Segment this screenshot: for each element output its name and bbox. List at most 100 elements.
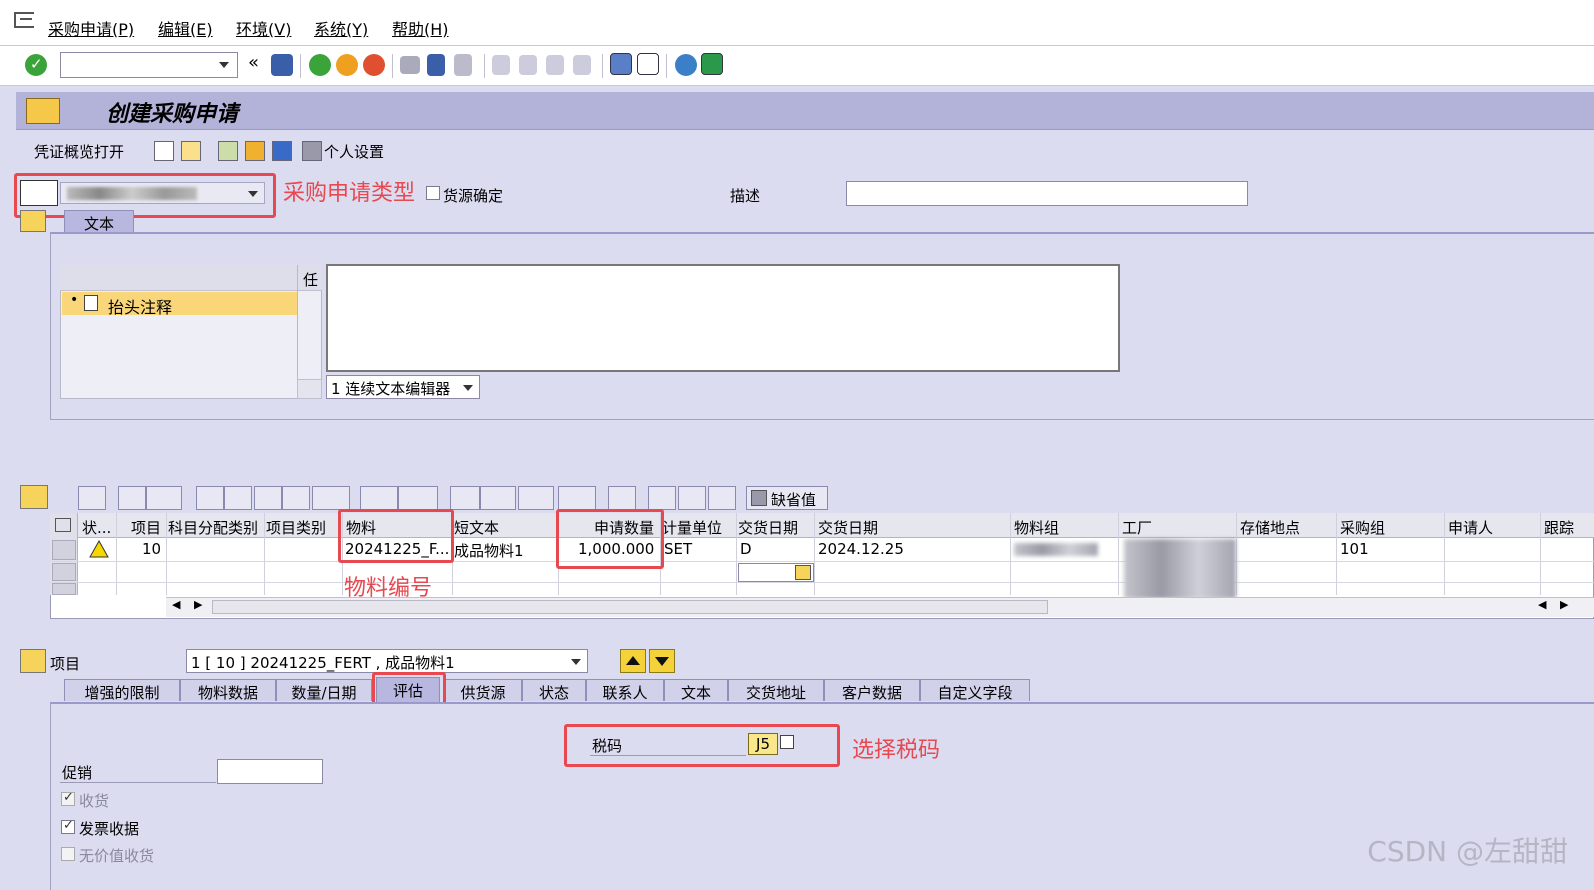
help-icon[interactable] xyxy=(675,54,697,76)
enter-check-icon[interactable] xyxy=(25,54,47,76)
personal-settings-icon[interactable] xyxy=(302,141,322,161)
tab-custom-fields[interactable]: 自定义字段 xyxy=(920,679,1030,702)
scroll-thumb[interactable] xyxy=(212,600,1048,614)
tree-item-header-note[interactable]: 抬头注释 xyxy=(108,294,172,318)
cell-purchasing-group[interactable]: 101 xyxy=(1340,540,1369,558)
find-icon[interactable] xyxy=(254,486,282,510)
item-select[interactable]: 1 [ 10 ] 20241225_FERT , 成品物料1 xyxy=(186,649,588,673)
layout-menu-icon[interactable] xyxy=(701,53,723,75)
next-item-button[interactable] xyxy=(649,649,675,673)
collapse-detail-icon[interactable] xyxy=(20,649,46,673)
expand-header-icon[interactable] xyxy=(20,210,46,232)
transaction-icon[interactable] xyxy=(26,98,60,124)
collapse-items-icon[interactable] xyxy=(20,485,48,509)
sort-ascending-icon[interactable] xyxy=(196,486,224,510)
cell-short-text[interactable]: 成品物料1 xyxy=(454,540,524,561)
info-icon[interactable] xyxy=(608,486,636,510)
promotion-input[interactable] xyxy=(217,759,323,784)
scroll-right-icon[interactable]: ▶ xyxy=(1560,598,1568,611)
back-icon[interactable] xyxy=(309,54,331,76)
print-icon[interactable] xyxy=(450,486,480,510)
menu-help[interactable]: 帮助(H) xyxy=(392,16,449,40)
value-help-icon[interactable] xyxy=(795,565,811,580)
col-requisitioner[interactable]: 申请人 xyxy=(1448,517,1493,538)
menu-icon[interactable] xyxy=(14,12,34,28)
date-input[interactable] xyxy=(738,563,814,582)
col-purchasing-group[interactable]: 采购组 xyxy=(1340,517,1385,538)
cancel-icon[interactable] xyxy=(363,54,385,76)
menu-environment[interactable]: 环境(V) xyxy=(236,16,291,40)
resize-handle-icon[interactable] xyxy=(297,379,322,399)
editor-mode-select[interactable]: 1 连续文本编辑器 xyxy=(326,375,480,399)
row-selector[interactable] xyxy=(52,540,76,560)
col-item-category[interactable]: 项目类别 xyxy=(266,517,326,538)
col-delivery-date[interactable]: 交货日期 xyxy=(818,517,878,538)
tab-customer-data[interactable]: 客户数据 xyxy=(824,679,920,702)
subtotal-icon[interactable] xyxy=(398,486,438,510)
description-input[interactable] xyxy=(846,181,1248,206)
layout-icon[interactable] xyxy=(558,486,596,510)
create-document-icon[interactable] xyxy=(154,141,174,161)
info-icon[interactable] xyxy=(272,141,292,161)
col-account-assignment[interactable]: 科目分配类别 xyxy=(168,517,258,538)
new-session-icon[interactable] xyxy=(610,53,632,75)
delete-row-icon[interactable] xyxy=(146,486,182,510)
double-chevron-left-icon[interactable]: « xyxy=(248,52,259,73)
menu-purchase-requisition[interactable]: 采购申请(P) xyxy=(48,16,134,40)
tab-text[interactable]: 文本 xyxy=(64,210,134,233)
document-overview-button[interactable]: 凭证概览打开 xyxy=(34,141,124,162)
source-determination-checkbox[interactable] xyxy=(426,186,440,200)
find-next-icon[interactable] xyxy=(282,486,310,510)
cell-unit[interactable]: SET xyxy=(664,540,692,558)
scroll-left-icon[interactable]: ◀ xyxy=(1538,598,1546,611)
shortcut-icon[interactable] xyxy=(637,53,659,75)
col-plant[interactable]: 工厂 xyxy=(1122,517,1152,538)
tab-enhanced-limits[interactable]: 增强的限制 xyxy=(64,679,180,702)
row-selector[interactable] xyxy=(52,563,76,581)
col-unit[interactable]: 计量单位 xyxy=(662,517,734,538)
other-document-icon[interactable] xyxy=(181,141,201,161)
menu-system[interactable]: 系统(Y) xyxy=(314,16,368,40)
print-icon[interactable] xyxy=(400,56,420,74)
cell-delivery-date[interactable]: 2024.12.25 xyxy=(818,540,904,558)
col-status[interactable]: 状... xyxy=(82,517,111,538)
configure-icon[interactable] xyxy=(678,486,706,510)
select-all-icon[interactable] xyxy=(55,518,71,532)
text-editor[interactable] xyxy=(326,264,1120,372)
invoice-receipt-checkbox[interactable] xyxy=(61,818,75,834)
cell-date-category[interactable]: D xyxy=(740,540,752,558)
tab-quantity-date[interactable]: 数量/日期 xyxy=(276,679,372,702)
row-selector[interactable] xyxy=(52,583,76,595)
col-short-text[interactable]: 短文本 xyxy=(454,517,499,538)
hold-icon[interactable] xyxy=(218,141,238,161)
col-item[interactable]: 项目 xyxy=(131,517,161,538)
col-tracking[interactable]: 跟踪 xyxy=(1544,517,1592,538)
check-icon[interactable] xyxy=(708,486,736,510)
view-icon[interactable] xyxy=(480,486,516,510)
tab-status[interactable]: 状态 xyxy=(522,679,586,702)
tab-delivery-address[interactable]: 交货地址 xyxy=(728,679,824,702)
menu-edit[interactable]: 编辑(E) xyxy=(158,16,213,40)
tab-source-of-supply[interactable]: 供货源 xyxy=(444,679,522,702)
sum-icon[interactable] xyxy=(360,486,398,510)
find-icon[interactable] xyxy=(427,54,445,76)
exit-icon[interactable] xyxy=(336,54,358,76)
export-icon[interactable] xyxy=(518,486,554,510)
scroll-left-icon[interactable]: ◀ xyxy=(172,598,180,611)
default-values-button[interactable]: 缺省值 xyxy=(746,486,828,510)
cell-item[interactable]: 10 xyxy=(142,540,161,558)
move-icon[interactable] xyxy=(648,486,676,510)
save-icon[interactable] xyxy=(271,54,293,76)
find-next-icon[interactable] xyxy=(454,54,472,76)
scroll-right-icon[interactable]: ▶ xyxy=(194,598,202,611)
copy-row-icon[interactable] xyxy=(118,486,146,510)
personal-settings-button[interactable]: 个人设置 xyxy=(324,141,384,162)
tab-text[interactable]: 文本 xyxy=(664,679,728,702)
command-field[interactable] xyxy=(60,52,238,78)
tab-material-data[interactable]: 物料数据 xyxy=(180,679,276,702)
first-page-icon[interactable] xyxy=(492,55,510,75)
filter-icon[interactable] xyxy=(312,486,350,510)
previous-item-button[interactable] xyxy=(620,649,646,673)
col-storage-location[interactable]: 存储地点 xyxy=(1240,517,1300,538)
sort-descending-icon[interactable] xyxy=(224,486,252,510)
